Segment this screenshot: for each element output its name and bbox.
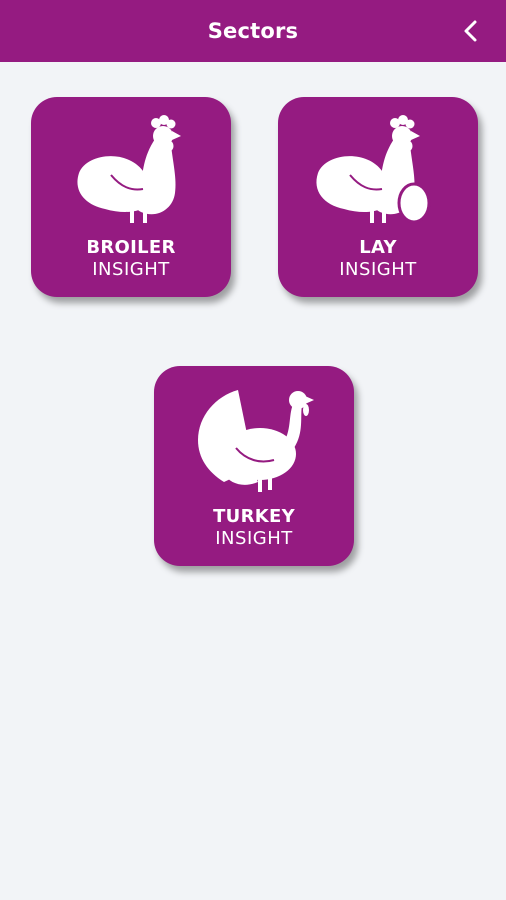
sector-title: TURKEY	[213, 506, 295, 527]
app-header: Sectors	[0, 0, 506, 62]
sector-title: LAY	[359, 237, 397, 258]
back-button[interactable]	[454, 14, 488, 48]
sector-subtitle: INSIGHT	[215, 528, 293, 549]
sector-tile-turkey[interactable]: TURKEY INSIGHT	[154, 366, 354, 566]
sector-subtitle: INSIGHT	[92, 259, 170, 280]
sector-title: BROILER	[86, 237, 176, 258]
page-title: Sectors	[207, 19, 299, 43]
hen-egg-icon	[316, 115, 431, 224]
rooster-icon	[77, 115, 181, 223]
chevron-left-icon	[464, 20, 477, 42]
sector-tile-broiler[interactable]: BROILER INSIGHT	[31, 97, 231, 297]
sector-subtitle: INSIGHT	[339, 259, 417, 280]
turkey-icon	[198, 390, 314, 492]
sector-tile-lay[interactable]: LAY INSIGHT	[278, 97, 478, 297]
